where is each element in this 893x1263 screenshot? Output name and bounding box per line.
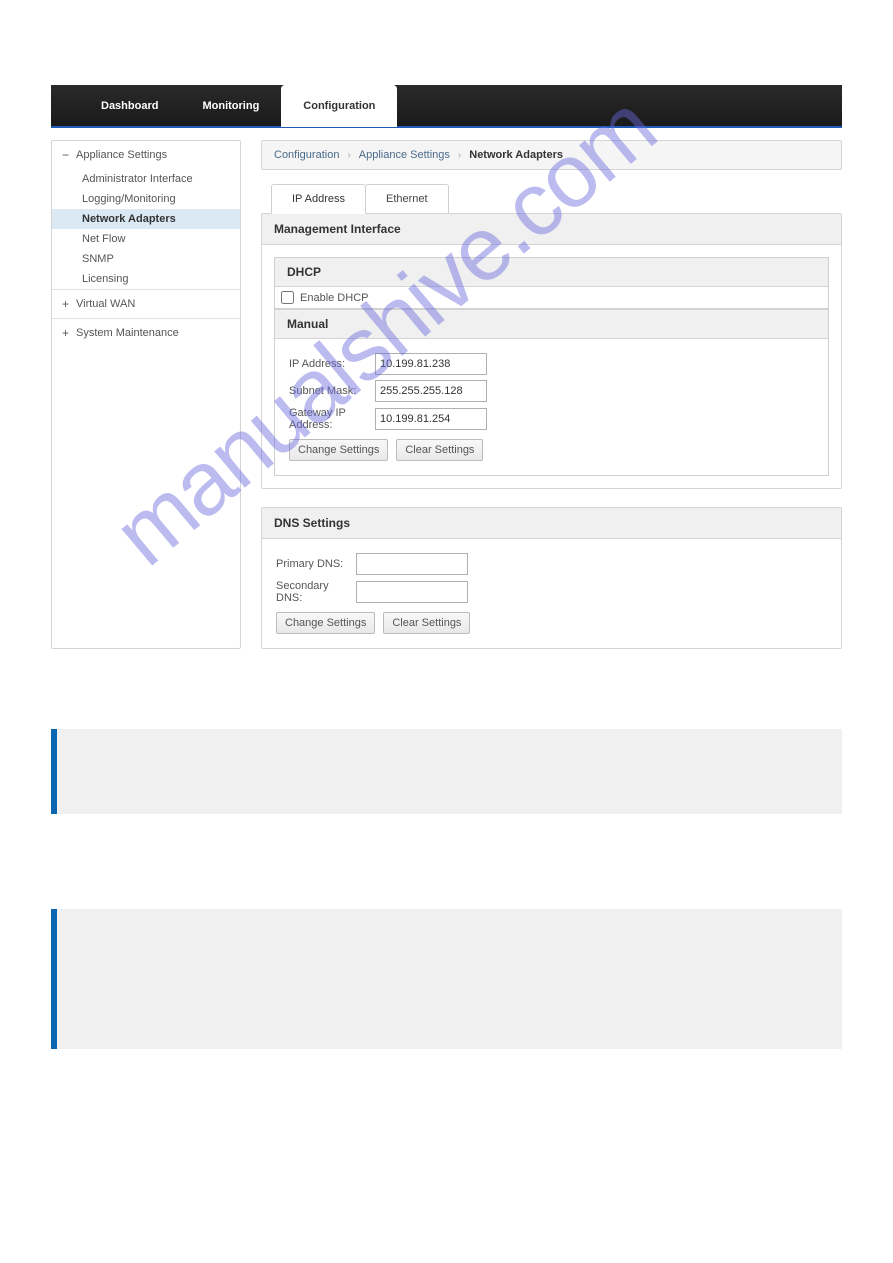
sidebar-section-virtual-wan: + Virtual WAN: [52, 290, 240, 319]
manual-clear-settings-button[interactable]: Clear Settings: [396, 439, 483, 461]
sidebar: − Appliance Settings Administrator Inter…: [51, 140, 241, 649]
secondary-dns-input[interactable]: [356, 581, 468, 603]
tab-ip-address[interactable]: IP Address: [271, 184, 366, 214]
sidebar-item-net-flow[interactable]: Net Flow: [52, 229, 240, 249]
sidebar-section-label: Appliance Settings: [76, 149, 167, 161]
subnet-mask-label: Subnet Mask:: [289, 385, 375, 397]
tab-ethernet[interactable]: Ethernet: [365, 184, 449, 213]
sidebar-item-licensing[interactable]: Licensing: [52, 269, 240, 289]
sidebar-header-virtual-wan[interactable]: + Virtual WAN: [52, 290, 240, 318]
sidebar-section-label: System Maintenance: [76, 327, 179, 339]
manual-change-settings-button[interactable]: Change Settings: [289, 439, 388, 461]
collapse-icon: −: [62, 148, 70, 162]
note-block-2: [51, 909, 842, 1049]
breadcrumb-configuration[interactable]: Configuration: [274, 149, 339, 161]
dns-change-settings-button[interactable]: Change Settings: [276, 612, 375, 634]
primary-dns-input[interactable]: [356, 553, 468, 575]
ip-address-label: IP Address:: [289, 358, 375, 370]
sidebar-item-administrator-interface[interactable]: Administrator Interface: [52, 169, 240, 189]
nav-dashboard[interactable]: Dashboard: [79, 86, 180, 126]
sidebar-section-appliance-settings: − Appliance Settings Administrator Inter…: [52, 141, 240, 290]
management-interface-panel: Management Interface DHCP Enable DHCP: [261, 213, 842, 489]
dns-settings-title: DNS Settings: [262, 508, 841, 539]
subnet-mask-input[interactable]: [375, 380, 487, 402]
chevron-right-icon: ›: [458, 150, 461, 161]
gateway-ip-input[interactable]: [375, 408, 487, 430]
sidebar-item-logging-monitoring[interactable]: Logging/Monitoring: [52, 189, 240, 209]
chevron-right-icon: ›: [347, 150, 350, 161]
management-interface-title: Management Interface: [262, 214, 841, 245]
manual-panel: Manual IP Address: Subnet Mask:: [274, 309, 829, 476]
enable-dhcp-checkbox[interactable]: [281, 291, 294, 304]
primary-dns-label: Primary DNS:: [276, 558, 356, 570]
manual-title: Manual: [275, 309, 828, 339]
top-navigation: Dashboard Monitoring Configuration: [51, 85, 842, 128]
gateway-ip-label: Gateway IP Address:: [289, 407, 375, 431]
expand-icon: +: [62, 326, 70, 340]
ip-address-input[interactable]: [375, 353, 487, 375]
sidebar-header-system-maintenance[interactable]: + System Maintenance: [52, 319, 240, 347]
nav-configuration[interactable]: Configuration: [281, 85, 397, 127]
sidebar-section-label: Virtual WAN: [76, 298, 135, 310]
dhcp-title: DHCP: [275, 258, 828, 287]
expand-icon: +: [62, 297, 70, 311]
breadcrumb-current: Network Adapters: [469, 149, 563, 161]
dns-settings-panel: DNS Settings Primary DNS: Secondary DNS:…: [261, 507, 842, 649]
dns-clear-settings-button[interactable]: Clear Settings: [383, 612, 470, 634]
enable-dhcp-label: Enable DHCP: [300, 292, 368, 304]
breadcrumb: Configuration › Appliance Settings › Net…: [261, 140, 842, 170]
sidebar-item-network-adapters[interactable]: Network Adapters: [52, 209, 240, 229]
breadcrumb-appliance-settings[interactable]: Appliance Settings: [359, 149, 450, 161]
tabstrip: IP Address Ethernet: [271, 184, 842, 213]
sidebar-header-appliance-settings[interactable]: − Appliance Settings: [52, 141, 240, 169]
sidebar-section-system-maintenance: + System Maintenance: [52, 319, 240, 347]
sidebar-item-snmp[interactable]: SNMP: [52, 249, 240, 269]
note-block-1: [51, 729, 842, 814]
secondary-dns-label: Secondary DNS:: [276, 580, 356, 604]
dhcp-panel: DHCP Enable DHCP: [274, 257, 829, 309]
nav-monitoring[interactable]: Monitoring: [180, 86, 281, 126]
